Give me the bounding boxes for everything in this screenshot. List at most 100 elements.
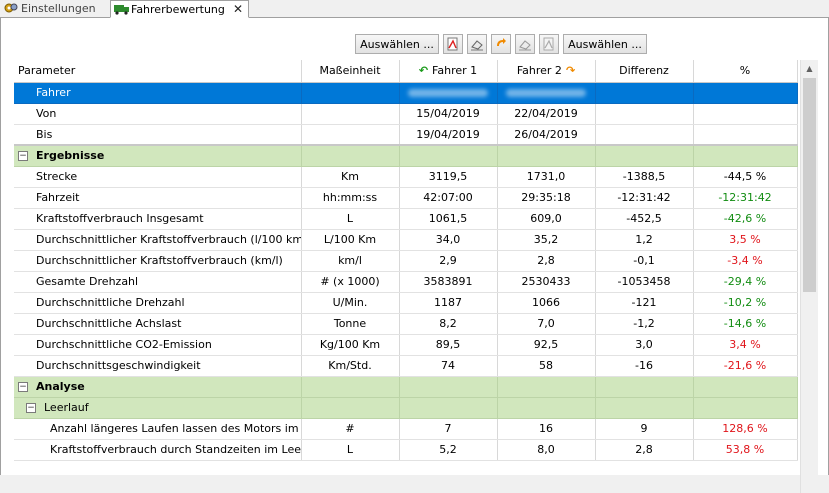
cell-driver2: 609,0 (497, 208, 596, 230)
table-row[interactable]: Durchschnittliche CO2-Emission Kg/100 Km 8… (14, 334, 798, 356)
cell-pct: -42,6 % (693, 208, 798, 230)
table-row[interactable]: Kraftstoffverbrauch durch Standzeiten im… (14, 439, 798, 461)
group-row-analysis[interactable]: − Analyse (14, 376, 798, 398)
settings-gear-icon (4, 2, 18, 14)
cell-diff: -16 (595, 355, 694, 377)
cell-parameter: Durchschnittliche Achslast (14, 313, 302, 335)
report-icon[interactable] (539, 34, 559, 54)
cell-parameter: Kraftstoffverbrauch Insgesamt (14, 208, 302, 230)
truck-icon (114, 3, 129, 15)
col-header-unit[interactable]: Maßeinheit (301, 60, 400, 83)
scroll-up-icon[interactable]: ▲ (801, 60, 818, 77)
analysis-rows: Anzahl längeres Laufen lassen des Motors… (14, 418, 798, 461)
row-label: Bis (14, 124, 302, 146)
collapse-toggle-icon[interactable]: − (26, 403, 36, 413)
tab-label: Fahrerbewertung (131, 2, 225, 16)
table-row-from[interactable]: Von 15/04/2019 22/04/2019 (14, 103, 798, 125)
cell-driver1: 42:07:00 (399, 187, 498, 209)
cell-diff (595, 103, 694, 125)
cell-pct: 128,6 % (693, 418, 798, 440)
cell-driver1: 3119,5 (399, 166, 498, 188)
tab-fahrerbewertung[interactable]: Fahrerbewertung ✕ (110, 0, 249, 18)
cell-parameter: Durchschnittlicher Kraftstoffverbrauch (… (14, 229, 302, 251)
group-label-cell: − Analyse (14, 376, 302, 398)
results-rows: Strecke Km 3119,5 1731,0 -1388,5 -44,5 % Fahrz… (14, 166, 798, 377)
cell-parameter: Kraftstoffverbrauch durch Standzeiten im… (14, 439, 302, 461)
cell-parameter: Gesamte Drehzahl (14, 271, 302, 293)
table-row[interactable]: Durchschnittliche Achslast Tonne 8,2 7,0 -1,… (14, 313, 798, 335)
cell-pct: -29,4 % (693, 271, 798, 293)
col-header-parameter[interactable]: Parameter (14, 60, 302, 83)
driver2-label: Fahrer 2 (516, 64, 562, 78)
eraser-icon[interactable] (515, 34, 535, 54)
tab-label: Einstellungen (21, 1, 96, 15)
group-row-results[interactable]: − Ergebnisse (14, 145, 798, 167)
col-header-pct[interactable]: % (693, 60, 798, 83)
cell-parameter: Durchschnittliche CO2-Emission (14, 334, 302, 356)
cell-diff (595, 124, 694, 146)
eraser-icon[interactable] (467, 34, 487, 54)
driver1-label: Fahrer 1 (432, 64, 478, 78)
select-driver2-button[interactable]: Auswählen ... (563, 34, 647, 54)
cell-parameter: Strecke (14, 166, 302, 188)
table-row-driver[interactable]: Fahrer (14, 82, 798, 104)
table-row[interactable]: Durchschnittliche Drehzahl U/Min. 1187 1066… (14, 292, 798, 314)
scroll-thumb[interactable] (803, 78, 816, 292)
cell-pct: -10,2 % (693, 292, 798, 314)
tab-strip: Einstellungen Fahrerbewertung ✕ (0, 0, 829, 18)
row-label: Von (14, 103, 302, 125)
table-row[interactable]: Gesamte Drehzahl # (x 1000) 3583891 2530433… (14, 271, 798, 293)
subgroup-row-idle[interactable]: − Leerlauf (14, 397, 798, 419)
cell-driver1: 74 (399, 355, 498, 377)
tab-einstellungen[interactable]: Einstellungen (2, 0, 108, 16)
collapse-toggle-icon[interactable]: − (18, 382, 28, 392)
table-row-to[interactable]: Bis 19/04/2019 26/04/2019 (14, 124, 798, 146)
col-header-driver1[interactable]: ↶ Fahrer 1 (399, 60, 498, 83)
cell-driver1: 5,2 (399, 439, 498, 461)
table-row[interactable]: Kraftstoffverbrauch Insgesamt L 1061,5 609,… (14, 208, 798, 230)
cell-driver2: 22/04/2019 (497, 103, 596, 125)
cell-diff: -12:31:42 (595, 187, 694, 209)
cell-parameter: Durchschnittlicher Kraftstoffverbrauch (… (14, 250, 302, 272)
cell-diff: -121 (595, 292, 694, 314)
cell-diff: 3,0 (595, 334, 694, 356)
collapse-toggle-icon[interactable]: − (18, 151, 28, 162)
select-driver1-button[interactable]: Auswählen ... (355, 34, 439, 54)
cell-diff: 9 (595, 418, 694, 440)
cell-diff: -0,1 (595, 250, 694, 272)
table-row[interactable]: Durchschnittlicher Kraftstoffverbrauch (… (14, 229, 798, 251)
cell-driver1: 2,9 (399, 250, 498, 272)
cell-pct: 53,8 % (693, 439, 798, 461)
close-icon[interactable]: ✕ (233, 2, 243, 16)
subgroup-label-cell: − Leerlauf (14, 397, 302, 419)
subgroup-label: Leerlauf (44, 401, 89, 414)
table-header: Parameter Maßeinheit ↶ Fahrer 1 Fahrer 2 ↷… (14, 60, 798, 83)
cell-unit: U/Min. (301, 292, 400, 314)
table-row[interactable]: Anzahl längeres Laufen lassen des Motors… (14, 418, 798, 440)
col-header-diff[interactable]: Differenz (595, 60, 694, 83)
vertical-scrollbar[interactable]: ▲ (800, 60, 818, 493)
cell-driver2: 8,0 (497, 439, 596, 461)
group-label-cell: − Ergebnisse (14, 145, 302, 167)
table-row[interactable]: Fahrzeit hh:mm:ss 42:07:00 29:35:18 -12:31:4… (14, 187, 798, 209)
table-row[interactable]: Strecke Km 3119,5 1731,0 -1388,5 -44,5 % (14, 166, 798, 188)
swap-arrows-icon[interactable] (491, 34, 511, 54)
table-row[interactable]: Durchschnittlicher Kraftstoffverbrauch (… (14, 250, 798, 272)
group-label: Analyse (36, 380, 85, 393)
cell-unit: km/l (301, 250, 400, 272)
cell-driver2: 92,5 (497, 334, 596, 356)
cell-unit (301, 124, 400, 146)
cell-driver2: 58 (497, 355, 596, 377)
swap-arrow-icon: ↷ (565, 64, 576, 78)
cell-driver2: 2,8 (497, 250, 596, 272)
table-row[interactable]: Durchschnittsgeschwindigkeit Km/Std. 74 58-… (14, 355, 798, 377)
cell-unit: Tonne (301, 313, 400, 335)
report-icon[interactable] (443, 34, 463, 54)
col-header-driver2[interactable]: Fahrer 2 ↷ (497, 60, 596, 83)
cell-unit: # (301, 418, 400, 440)
cell-driver2: 1066 (497, 292, 596, 314)
cell-unit: # (x 1000) (301, 271, 400, 293)
cell-pct (693, 82, 798, 104)
cell-diff: 2,8 (595, 439, 694, 461)
cell-diff: 1,2 (595, 229, 694, 251)
